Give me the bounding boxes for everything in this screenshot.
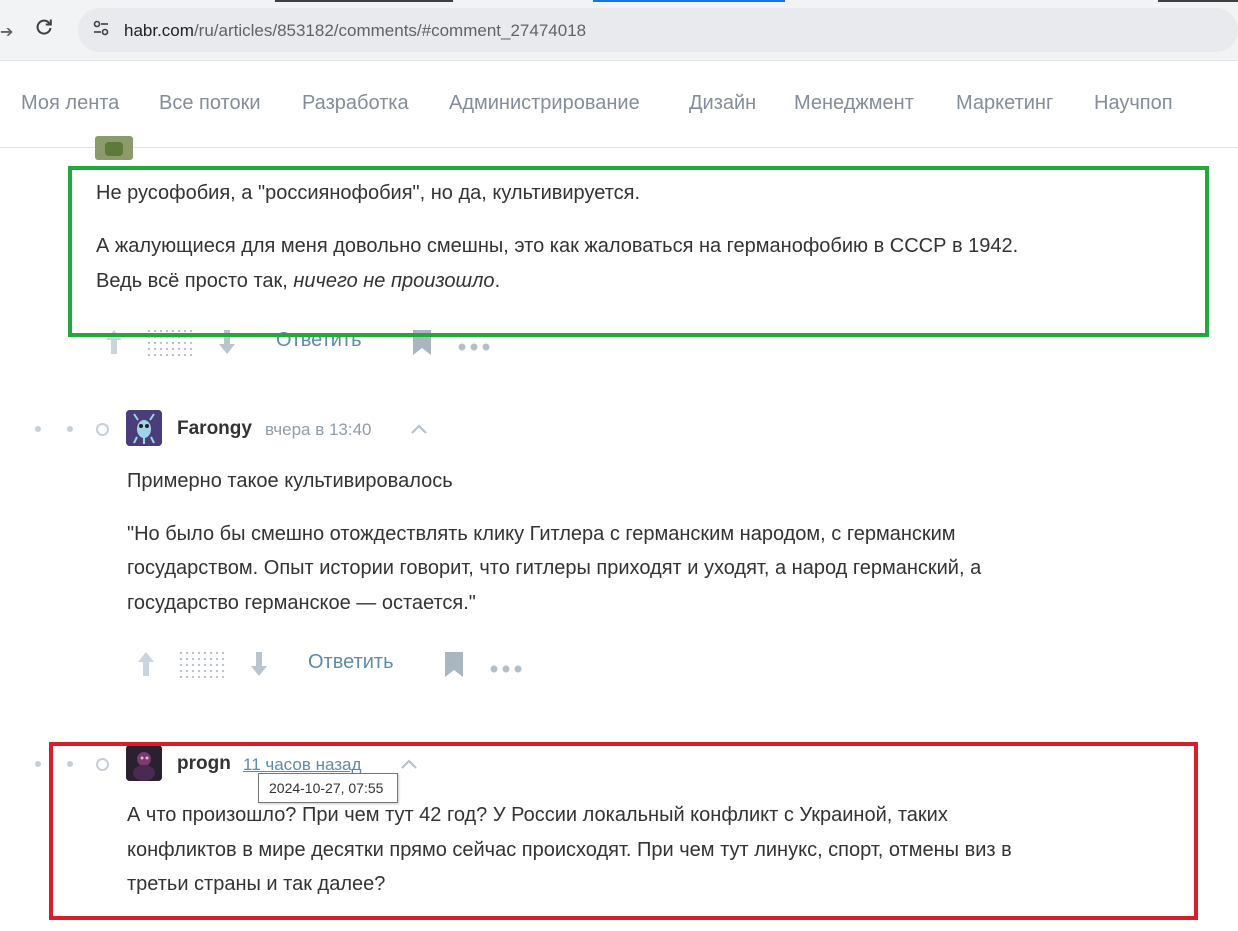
divider bbox=[0, 147, 1238, 148]
comment-text: конфликтов в мире десятки прямо сейчас п… bbox=[127, 839, 1012, 861]
comment-time-link[interactable]: 11 часов назад bbox=[243, 755, 361, 775]
comment-author[interactable]: Farongy bbox=[177, 418, 252, 440]
comment-text: Примерно такое культивировалось bbox=[127, 470, 453, 492]
collapse-chevron-icon[interactable] bbox=[410, 420, 428, 438]
comment-text: государство германское — остается." bbox=[127, 592, 476, 614]
site-info-icon[interactable] bbox=[92, 19, 110, 37]
bookmark-icon[interactable] bbox=[444, 650, 464, 683]
upvote-arrow-icon[interactable] bbox=[104, 328, 124, 361]
comment-text: Не русофобия, а "россиянофобия", но да, … bbox=[96, 182, 641, 204]
avatar[interactable] bbox=[95, 136, 133, 160]
thread-dot bbox=[35, 761, 41, 767]
more-options-icon[interactable] bbox=[458, 338, 490, 356]
comment-text: государством. Опыт истории говорит, что … bbox=[127, 557, 982, 579]
comment-actions: Ответить bbox=[136, 644, 536, 684]
comment-actions: Ответить bbox=[104, 324, 504, 364]
reply-button[interactable]: Ответить bbox=[308, 651, 394, 674]
nav-item-all-streams[interactable]: Все потоки bbox=[159, 92, 261, 115]
rating-score bbox=[146, 328, 196, 356]
comment-text: А жалующиеся для меня довольно смешны, э… bbox=[96, 235, 1019, 257]
bookmark-icon[interactable] bbox=[412, 328, 432, 361]
comment-text: третьи страны и так далее? bbox=[127, 873, 386, 895]
nav-item-my-feed[interactable]: Моя лента bbox=[21, 92, 119, 115]
comment-text-part: . bbox=[494, 270, 501, 292]
nav-item-design[interactable]: Дизайн bbox=[689, 92, 756, 115]
collapse-chevron-icon[interactable] bbox=[400, 755, 418, 773]
tab-strip bbox=[0, 0, 1238, 3]
downvote-arrow-icon[interactable] bbox=[217, 328, 237, 361]
nav-item-administration[interactable]: Администрирование bbox=[449, 92, 640, 115]
avatar[interactable] bbox=[126, 745, 162, 781]
downvote-arrow-icon[interactable] bbox=[249, 650, 269, 683]
avatar[interactable] bbox=[126, 410, 162, 446]
url-text[interactable]: habr.com/ru/articles/853182/comments/#co… bbox=[124, 21, 586, 41]
rating-score bbox=[178, 650, 228, 678]
thread-dot bbox=[35, 426, 41, 432]
comment-emphasis: ничего не произошло bbox=[293, 270, 495, 292]
more-options-icon[interactable] bbox=[490, 660, 522, 678]
comment-text: А что произошло? При чем тут 42 год? У Р… bbox=[127, 804, 948, 826]
comment-text-part: Ведь всё просто так, bbox=[96, 270, 294, 292]
nav-item-management[interactable]: Менеджмент bbox=[794, 92, 914, 115]
nav-item-development[interactable]: Разработка bbox=[302, 92, 409, 115]
url-path: /ru/articles/853182/comments/#comment_27… bbox=[193, 21, 587, 40]
tab-edge[interactable] bbox=[275, 0, 453, 2]
thread-dot bbox=[67, 426, 73, 432]
thread-dot bbox=[67, 761, 73, 767]
nav-item-popsci[interactable]: Научпоп bbox=[1094, 92, 1173, 115]
nav-item-marketing[interactable]: Маркетинг bbox=[956, 92, 1053, 115]
reload-icon[interactable] bbox=[34, 17, 54, 43]
url-host: habr.com bbox=[124, 21, 194, 40]
upvote-arrow-icon[interactable] bbox=[136, 650, 156, 683]
active-tab-edge[interactable] bbox=[593, 0, 785, 2]
comment-author[interactable]: progn bbox=[177, 753, 231, 775]
comment-text: "Но было бы смешно отождествлять клику Г… bbox=[127, 523, 956, 545]
comment-time[interactable]: вчера в 13:40 bbox=[265, 420, 372, 440]
thread-node bbox=[96, 758, 109, 771]
forward-arrow-icon[interactable]: ➔ bbox=[0, 22, 13, 42]
browser-toolbar: ➔ habr.com/ru/articles/853182/comments/#… bbox=[0, 0, 1238, 60]
tab-edge[interactable] bbox=[1158, 0, 1238, 2]
reply-button[interactable]: Ответить bbox=[276, 329, 362, 352]
habr-section-nav: Моя лента Все потоки Разработка Админист… bbox=[0, 60, 1238, 148]
comment-text: Ведь всё просто так, ничего не произошло… bbox=[96, 264, 500, 298]
thread-node bbox=[96, 423, 109, 436]
